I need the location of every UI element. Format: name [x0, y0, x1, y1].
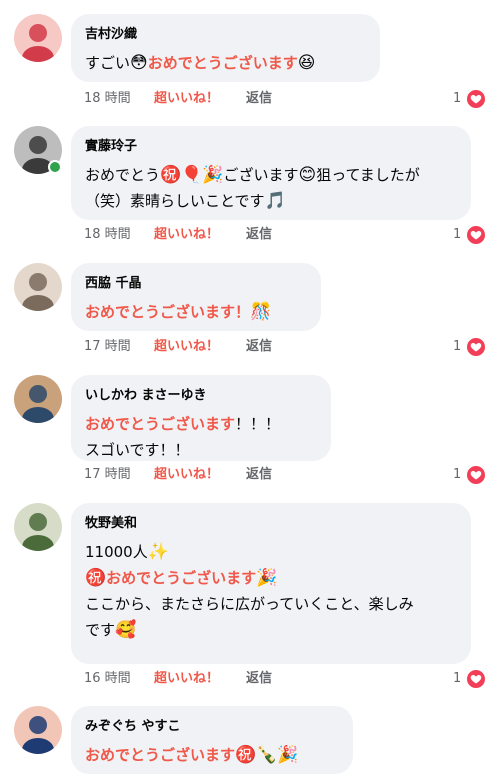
- super-like-button[interactable]: 超いいね！: [154, 337, 219, 357]
- comment-text: おめでとうございます: [106, 569, 257, 587]
- reaction-count[interactable]: 1: [453, 465, 461, 485]
- comment-text: 狙ってましたが: [316, 166, 420, 184]
- comment-author[interactable]: 實藤玲子: [85, 138, 457, 156]
- reaction-count[interactable]: 1: [453, 337, 461, 357]
- emoji-icon: 🎵: [264, 191, 286, 211]
- comment-actions: 17 時間 超いいね！ 返信 1: [84, 337, 486, 357]
- comment-list: 吉村沙織 すごい😳おめでとうございます😆 18 時間 超いいね！ 返信 1 實藤玲子 おめでと…: [0, 0, 500, 778]
- emoji-icon: ㊗️: [160, 165, 182, 185]
- heart-icon[interactable]: [466, 465, 486, 485]
- reply-button[interactable]: 返信: [246, 89, 272, 109]
- comment-text: おめでとうございます: [85, 415, 236, 433]
- emoji-icon: 🎊: [250, 302, 272, 322]
- comment-bubble: 吉村沙織すごい😳おめでとうございます😆: [71, 14, 380, 82]
- online-status-dot: [48, 160, 62, 174]
- comment-text-line: おめでとうございます！！！: [85, 411, 317, 437]
- comment-text: ここから、またさらに広がっていくこと、楽しみ: [85, 595, 414, 613]
- comment-text: おめでとうございます: [147, 54, 298, 72]
- comment-bubble: 牧野美和 11000人✨ ㊗️おめでとうございます🎉 ここから、またさらに広がっていく…: [71, 503, 471, 664]
- avatar[interactable]: [14, 375, 62, 423]
- comment-text-line: 11000人✨: [85, 539, 457, 565]
- comment-text-line: ここから、またさらに広がっていくこと、楽しみ: [85, 591, 457, 617]
- super-like-button[interactable]: 超いいね！: [154, 225, 219, 245]
- comment-text-line: おめでとうございます！🎊: [85, 299, 307, 325]
- comment-timestamp: 17 時間: [84, 467, 131, 482]
- comment-text-line: おめでとう㊗️🎈🎉ございます😊狙ってましたが: [85, 162, 457, 188]
- heart-icon[interactable]: [466, 669, 486, 689]
- emoji-icon: 🎉: [202, 165, 224, 185]
- comment-text: すごい: [85, 54, 131, 72]
- comment-text-line: すごい😳おめでとうございます😆: [85, 50, 366, 76]
- comment-text-line: （笑）素晴らしいことです🎵: [85, 188, 457, 214]
- comment-text: ！！！: [235, 415, 281, 433]
- emoji-icon: ㊗️: [235, 745, 257, 765]
- emoji-icon: 😳: [130, 53, 148, 73]
- emoji-icon: 🎉: [256, 568, 278, 588]
- comment-text-line: ㊗️おめでとうございます🎉: [85, 565, 457, 591]
- emoji-icon: 😆: [297, 53, 316, 73]
- comment-actions: 18 時間 超いいね！ 返信 1: [84, 225, 486, 245]
- reaction-count[interactable]: 1: [453, 669, 461, 689]
- heart-icon[interactable]: [466, 337, 486, 357]
- reply-button[interactable]: 返信: [246, 337, 272, 357]
- heart-icon[interactable]: [466, 225, 486, 245]
- comment-text: 11000人: [85, 543, 148, 561]
- super-like-button[interactable]: 超いいね！: [154, 89, 219, 109]
- comment-text: スゴいです！！: [85, 441, 190, 459]
- comment-bubble: いしかわ まさーゆき おめでとうございます！！！ スゴいです！！: [71, 375, 331, 461]
- avatar[interactable]: [14, 706, 62, 754]
- reaction-count[interactable]: 1: [453, 89, 461, 109]
- super-like-button[interactable]: 超いいね！: [154, 669, 219, 689]
- comment-bubble: 實藤玲子 おめでとう㊗️🎈🎉ございます😊狙ってましたが （笑）素晴らしいことです🎵: [71, 126, 471, 220]
- comment-bubble: 西脇 千晶おめでとうございます！🎊: [71, 263, 321, 331]
- comment-timestamp: 16 時間: [84, 671, 131, 686]
- reply-button[interactable]: 返信: [246, 465, 272, 485]
- reply-button[interactable]: 返信: [246, 225, 272, 245]
- reaction-count[interactable]: 1: [453, 225, 461, 245]
- comment-author[interactable]: 吉村沙織: [85, 26, 366, 44]
- emoji-icon: 🎈: [181, 165, 203, 185]
- comment-author[interactable]: 西脇 千晶: [85, 275, 307, 293]
- comment-text: おめでとうございます: [85, 746, 236, 764]
- comment-text-line: です🥰: [85, 617, 457, 643]
- comment-timestamp: 17 時間: [84, 339, 131, 354]
- emoji-icon: 🥰: [115, 620, 137, 640]
- comment-text-line: スゴいです！！: [85, 437, 317, 463]
- avatar[interactable]: [14, 263, 62, 311]
- comment-text: おめでとう: [85, 166, 161, 184]
- comment-actions: 18 時間 超いいね！ 返信 1: [84, 89, 486, 109]
- super-like-button[interactable]: 超いいね！: [154, 465, 219, 485]
- reply-button[interactable]: 返信: [246, 669, 272, 689]
- comment-text-line: おめでとうございます㊗️🍾🎉: [85, 742, 339, 768]
- comment-author[interactable]: 牧野美和: [85, 515, 457, 533]
- emoji-icon: 🍾: [256, 745, 278, 765]
- avatar[interactable]: [14, 14, 62, 62]
- comment-text: （笑）素晴らしいことです: [85, 192, 265, 210]
- emoji-icon: 😊: [298, 165, 317, 185]
- comment-actions: 16 時間 超いいね！ 返信 1: [84, 669, 486, 689]
- emoji-icon: 🎉: [277, 745, 299, 765]
- emoji-icon: ㊗️: [85, 568, 107, 588]
- comment-text: ございます: [223, 166, 299, 184]
- comment-bubble: みぞぐち やすこ おめでとうございます㊗️🍾🎉: [71, 706, 353, 774]
- comment-author[interactable]: みぞぐち やすこ: [85, 718, 339, 736]
- heart-icon[interactable]: [466, 89, 486, 109]
- comment-text: おめでとうございます！: [85, 303, 251, 321]
- comment-timestamp: 18 時間: [84, 91, 131, 106]
- avatar[interactable]: [14, 503, 62, 551]
- comment-actions: 17 時間 超いいね！ 返信 1: [84, 465, 486, 485]
- comment-text: です: [85, 621, 116, 639]
- emoji-icon: ✨: [147, 542, 169, 562]
- comment-timestamp: 18 時間: [84, 227, 131, 242]
- comment-author[interactable]: いしかわ まさーゆき: [85, 387, 317, 405]
